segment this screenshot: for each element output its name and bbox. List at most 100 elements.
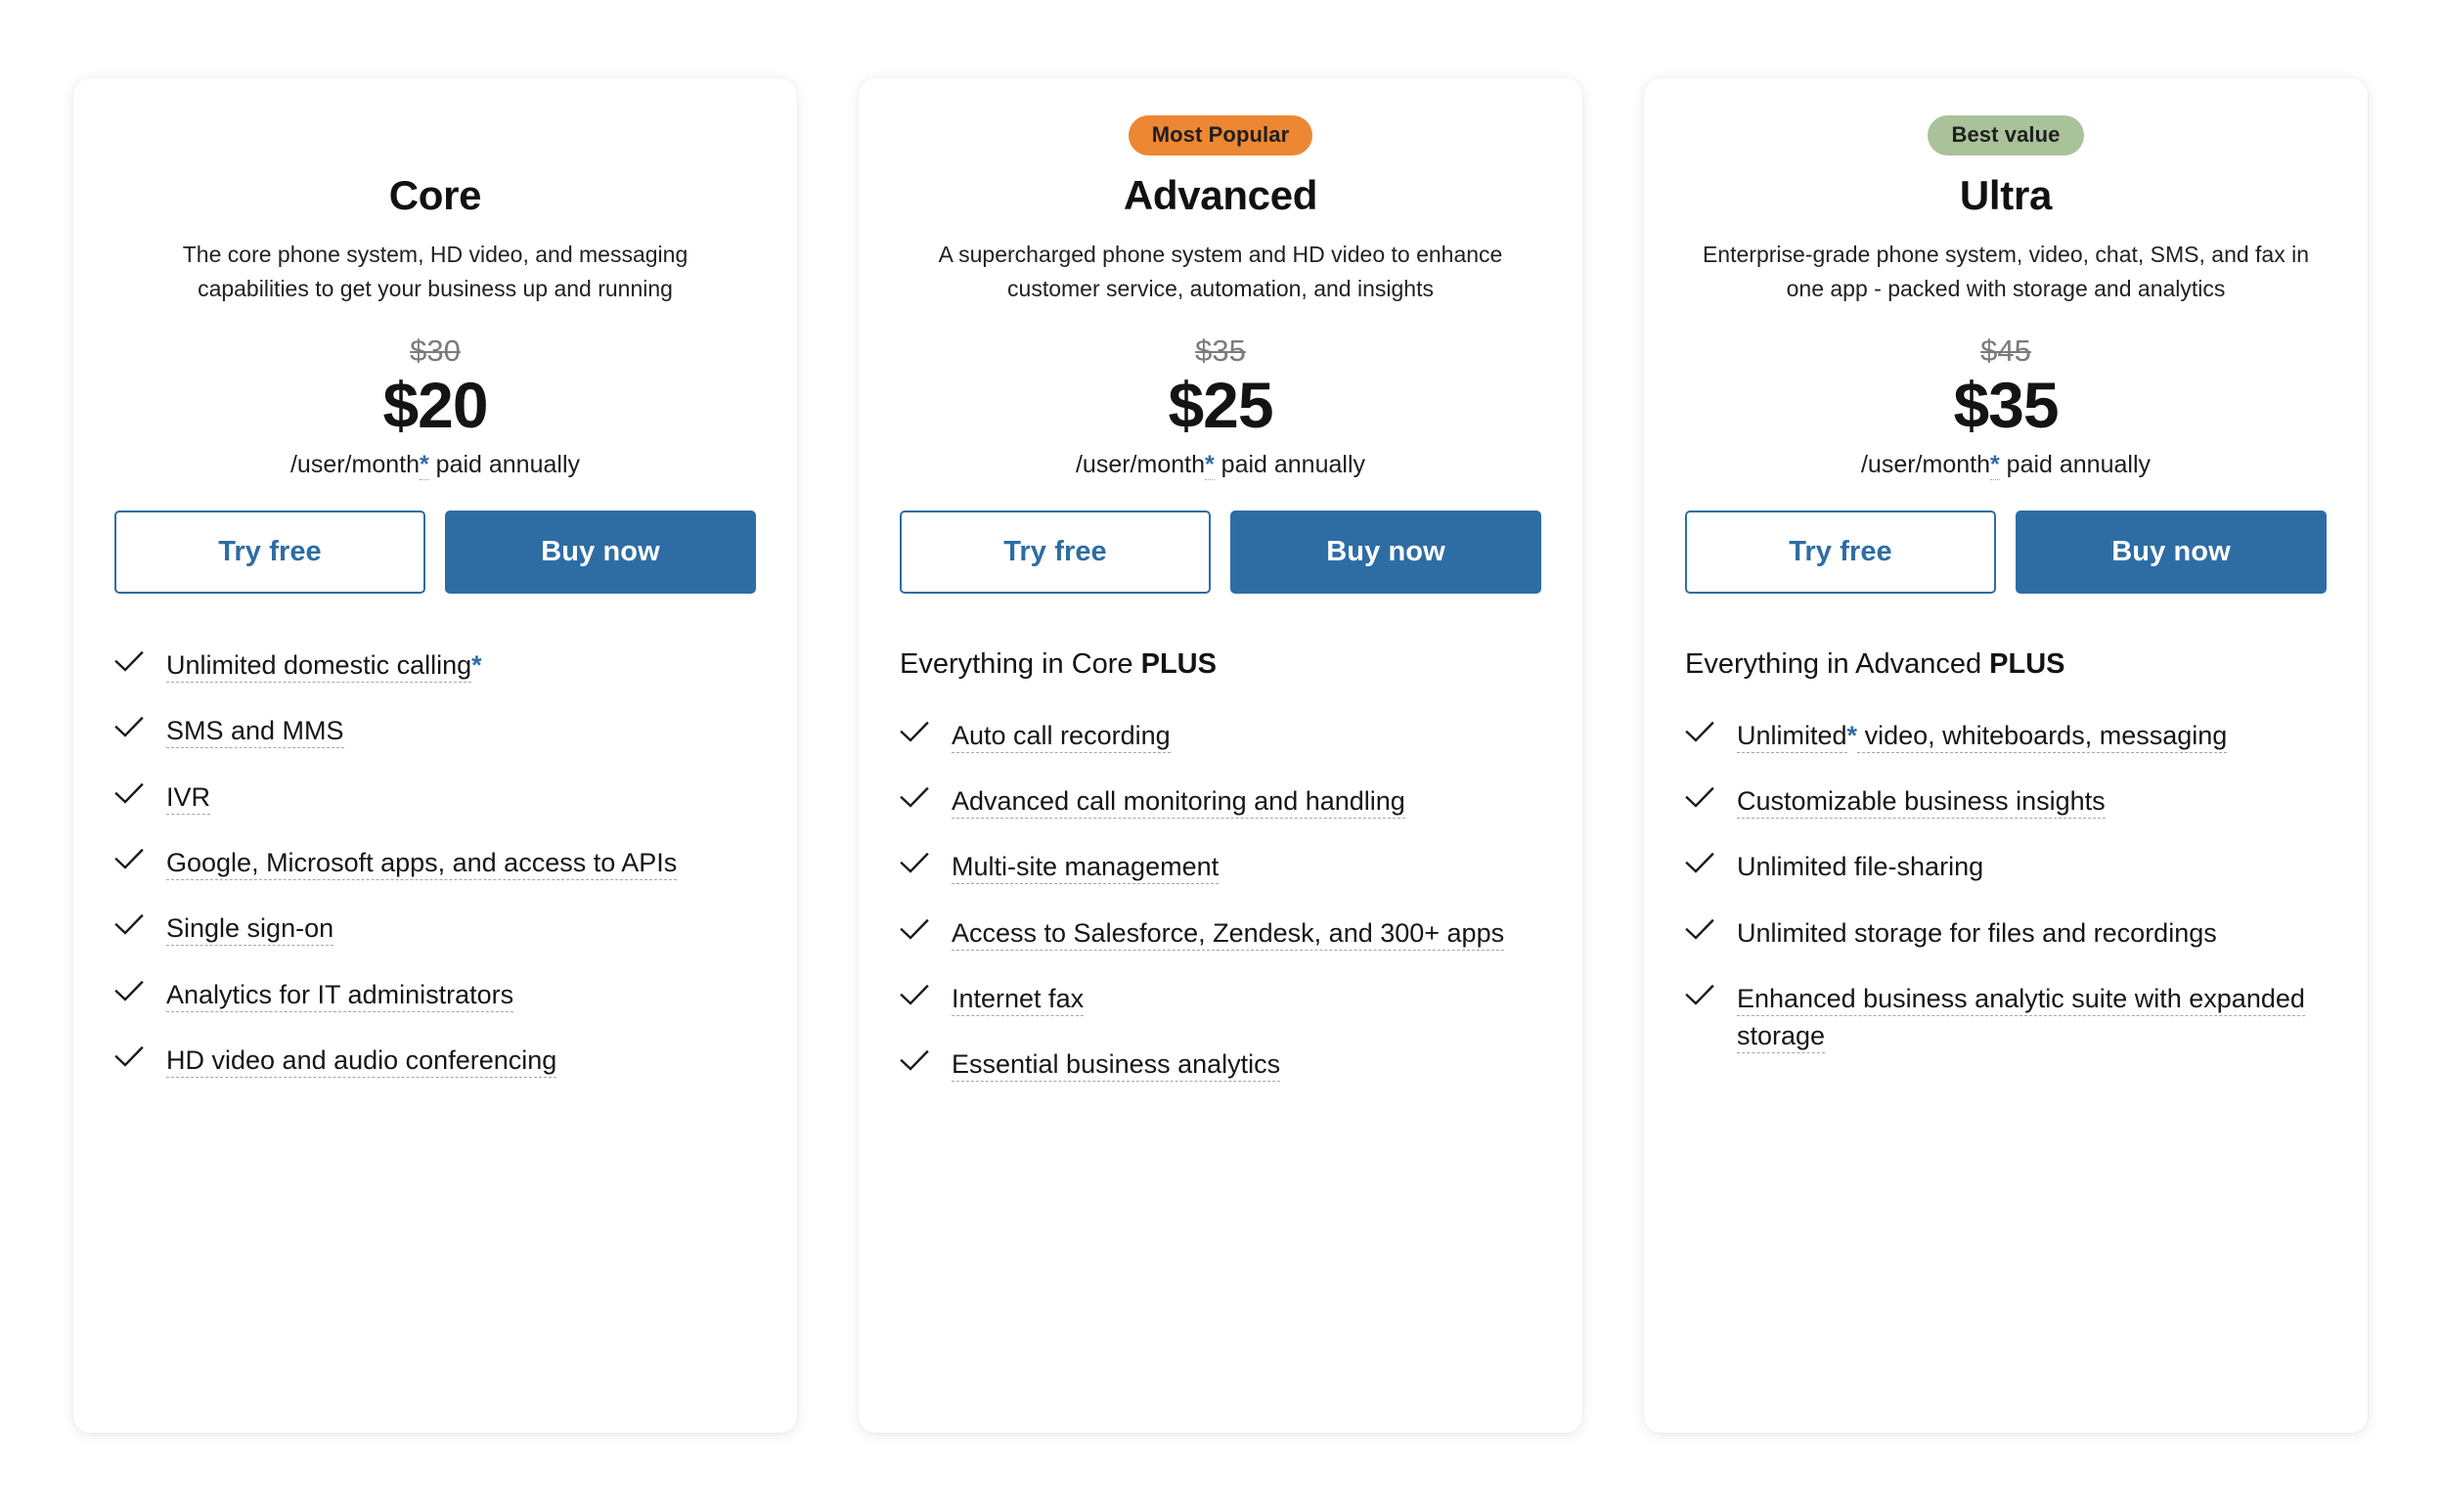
buy-now-button[interactable]: Buy now (445, 511, 756, 595)
plan-card-advanced: Most Popular Advanced A supercharged pho… (859, 78, 1582, 1433)
feature-label: Unlimited storage for files and recordin… (1737, 917, 2217, 948)
feature-item: Essential business analytics (900, 1045, 1541, 1083)
feature-item: Multi-site management (900, 848, 1541, 885)
pricing-plan-grid: Core The core phone system, HD video, an… (0, 0, 2441, 1512)
feature-label[interactable]: Essential business analytics (952, 1045, 1281, 1083)
badge-row (114, 115, 756, 158)
price-original: $35 (1195, 334, 1246, 369)
cta-button-row: Try free Buy now (114, 511, 756, 595)
plan-card-ultra: Best value Ultra Enterprise-grade phone … (1644, 78, 2368, 1433)
feature-label[interactable]: Analytics for IT administrators (166, 976, 514, 1013)
feature-list: Unlimited* video, whiteboards, messaging… (1685, 717, 2327, 1055)
check-icon (114, 1045, 144, 1079)
check-icon (114, 848, 144, 881)
plan-name: Ultra (1959, 172, 2053, 218)
feature-label[interactable]: Customizable business insights (1737, 782, 2106, 820)
feature-label[interactable]: IVR (166, 778, 211, 816)
price-current: $20 (382, 369, 488, 442)
check-icon (900, 852, 929, 885)
feature-label[interactable]: Access to Salesforce, Zendesk, and 300+ … (952, 914, 1505, 952)
try-free-button[interactable]: Try free (900, 511, 1211, 595)
check-icon (1685, 852, 1714, 885)
try-free-button[interactable]: Try free (114, 511, 425, 595)
feature-item: IVR (114, 778, 756, 816)
price-note: /user/month* paid annually (900, 450, 1541, 481)
feature-item: Unlimited storage for files and recordin… (1685, 914, 2327, 952)
check-icon (114, 913, 144, 947)
feature-item: HD video and audio conferencing (114, 1042, 756, 1079)
buy-now-button[interactable]: Buy now (1230, 511, 1541, 595)
feature-label[interactable]: Auto call recording (952, 717, 1171, 754)
everything-plus: PLUS (1140, 648, 1217, 681)
feature-label[interactable]: Unlimited domestic calling* (166, 646, 482, 684)
price-note-suffix: paid annually (1999, 451, 2152, 479)
feature-asterisk[interactable]: * (471, 650, 482, 680)
price-asterisk[interactable]: * (1204, 451, 1215, 481)
feature-item: Unlimited* video, whiteboards, messaging (1685, 717, 2327, 754)
feature-item: Enhanced business analytic suite with ex… (1685, 980, 2327, 1055)
check-icon (1685, 984, 1714, 1017)
everything-plus: PLUS (1989, 648, 2065, 681)
check-icon (900, 721, 929, 754)
feature-label[interactable]: Multi-site management (952, 848, 1220, 885)
check-icon (1685, 918, 1714, 952)
feature-label[interactable]: Google, Microsoft apps, and access to AP… (166, 844, 678, 881)
price-original: $45 (1980, 334, 2031, 369)
everything-in-line: Everything in Core PLUS (900, 646, 1541, 684)
feature-section: Everything in Core PLUS Auto call record… (900, 646, 1541, 1084)
price-original: $30 (410, 334, 461, 369)
feature-label[interactable]: Enhanced business analytic suite with ex… (1737, 980, 2327, 1055)
price-note-prefix: /user/month (1075, 451, 1205, 479)
feature-label[interactable]: HD video and audio conferencing (166, 1042, 557, 1079)
everything-prefix: Everything in Advanced (1685, 648, 1990, 681)
check-icon (114, 716, 144, 749)
badge-row: Best value (1685, 115, 2327, 158)
price-current: $25 (1168, 369, 1273, 442)
plan-name: Advanced (1123, 172, 1318, 218)
feature-section: Unlimited domestic calling* SMS and MMS IV… (114, 646, 756, 1079)
feature-label[interactable]: Advanced call monitoring and handling (952, 782, 1405, 820)
check-icon (900, 786, 929, 820)
plan-description: A supercharged phone system and HD video… (938, 242, 1503, 301)
feature-section: Everything in Advanced PLUS Unlimited* v… (1685, 646, 2327, 1055)
price-note-prefix: /user/month (289, 451, 420, 479)
price-current: $35 (1953, 369, 2059, 442)
plan-card-core: Core The core phone system, HD video, an… (73, 78, 797, 1433)
feature-item: Auto call recording (900, 717, 1541, 754)
cta-button-row: Try free Buy now (1685, 511, 2327, 595)
buy-now-button[interactable]: Buy now (2016, 511, 2327, 595)
check-icon (900, 984, 929, 1017)
price-asterisk[interactable]: * (419, 451, 429, 481)
check-icon (900, 918, 929, 952)
feature-item: Advanced call monitoring and handling (900, 782, 1541, 820)
feature-label[interactable]: Unlimited* video, whiteboards, messaging (1737, 717, 2228, 754)
price-asterisk[interactable]: * (1989, 451, 2000, 481)
price-note-prefix: /user/month (1860, 451, 1990, 479)
everything-in-line: Everything in Advanced PLUS (1685, 646, 2327, 684)
price-block: $35 $25 /user/month* paid annually (900, 334, 1541, 481)
feature-item: Unlimited domestic calling* (114, 646, 756, 684)
feature-item: Access to Salesforce, Zendesk, and 300+ … (900, 914, 1541, 952)
price-note: /user/month* paid annually (114, 450, 756, 481)
feature-asterisk[interactable]: * (1847, 721, 1858, 750)
price-block: $30 $20 /user/month* paid annually (114, 334, 756, 481)
feature-label: Unlimited file-sharing (1737, 852, 1984, 882)
feature-item: SMS and MMS (114, 712, 756, 749)
plan-description: The core phone system, HD video, and mes… (182, 242, 688, 301)
plan-badge-most-popular: Most Popular (1128, 115, 1313, 156)
try-free-button[interactable]: Try free (1685, 511, 1996, 595)
plan-badge-best-value: Best value (1928, 115, 2084, 156)
feature-item: Google, Microsoft apps, and access to AP… (114, 844, 756, 881)
feature-list: Unlimited domestic calling* SMS and MMS IV… (114, 646, 756, 1079)
check-icon (114, 782, 144, 816)
feature-label[interactable]: Single sign-on (166, 910, 334, 947)
price-note: /user/month* paid annually (1685, 450, 2327, 481)
check-icon (1685, 721, 1714, 754)
plan-name: Core (388, 172, 482, 218)
everything-prefix: Everything in Core (900, 648, 1141, 681)
feature-item: Unlimited file-sharing (1685, 848, 2327, 885)
feature-label[interactable]: SMS and MMS (166, 712, 344, 749)
badge-row: Most Popular (900, 115, 1541, 158)
feature-label[interactable]: Internet fax (952, 980, 1085, 1017)
price-block: $45 $35 /user/month* paid annually (1685, 334, 2327, 481)
